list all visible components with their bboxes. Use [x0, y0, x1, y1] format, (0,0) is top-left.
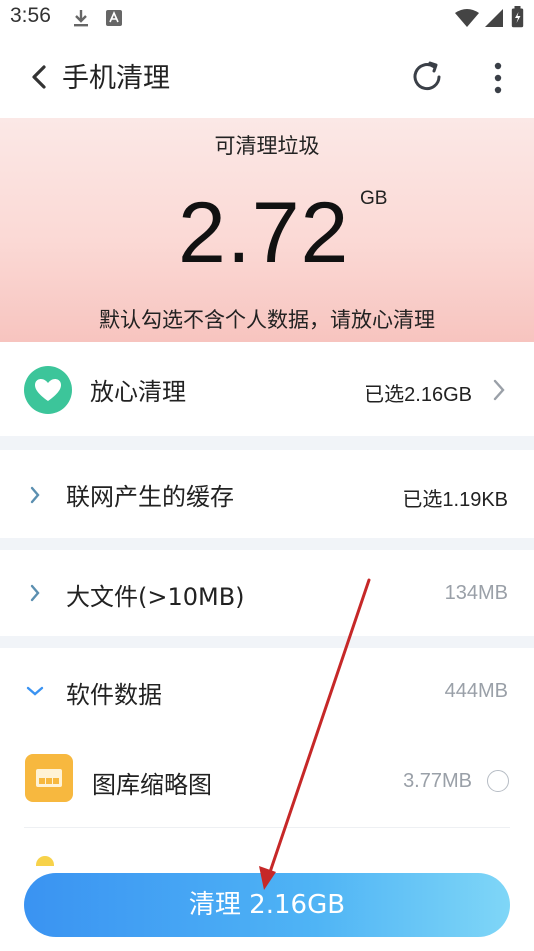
item-label: 软件数据	[66, 681, 162, 709]
junk-size-value: 2.72	[178, 185, 350, 281]
next-item-icon	[36, 856, 54, 866]
heart-shield-icon	[24, 366, 72, 414]
list-item-large-files[interactable]: 大文件(>10MB) 134MB	[0, 550, 534, 636]
junk-summary-label: 可清理垃圾	[214, 134, 320, 158]
chevron-down-icon	[26, 686, 44, 696]
page-title: 手机清理	[62, 63, 170, 94]
item-value: 134MB	[444, 582, 508, 604]
junk-summary-note: 默认勾选不含个人数据，请放心清理	[99, 308, 435, 332]
junk-summary-panel: 可清理垃圾 2.72 GB 默认勾选不含个人数据，请放心清理	[0, 118, 534, 342]
item-label: 大文件(>10MB)	[66, 583, 245, 611]
chevron-right-icon	[30, 584, 40, 602]
back-button[interactable]	[24, 58, 60, 98]
font-a-icon	[106, 10, 122, 26]
chevron-right-icon	[30, 486, 40, 504]
list-item-app-data[interactable]: 软件数据 444MB	[0, 648, 534, 734]
junk-size-unit: GB	[360, 188, 388, 209]
signal-icon	[485, 9, 503, 27]
gallery-icon	[25, 754, 73, 802]
wifi-icon	[455, 9, 479, 27]
status-time: 3:56	[10, 4, 51, 27]
item-label: 放心清理	[90, 378, 186, 406]
section-divider	[0, 538, 534, 550]
item-value: 已选2.16GB	[364, 384, 472, 406]
section-divider	[0, 436, 534, 450]
item-value: 3.77MB	[403, 770, 472, 792]
refresh-button[interactable]	[408, 58, 446, 96]
status-bar: 3:56	[0, 0, 534, 36]
item-label: 图库缩略图	[92, 771, 212, 799]
more-vert-icon	[494, 62, 502, 94]
back-chevron-icon	[32, 65, 46, 89]
clean-button[interactable]: 清理 2.16GB	[24, 873, 510, 937]
item-value: 444MB	[444, 680, 508, 702]
more-options-button[interactable]	[482, 58, 514, 98]
select-checkbox[interactable]	[487, 770, 509, 792]
refresh-icon	[413, 61, 441, 91]
download-icon	[74, 10, 88, 27]
item-value: 已选1.19KB	[402, 489, 508, 511]
chevron-right-icon	[493, 379, 505, 401]
list-item-gallery-thumbnails[interactable]: 图库缩略图 3.77MB	[0, 734, 534, 828]
list-item-safe-clean[interactable]: 放心清理 已选2.16GB	[0, 342, 534, 436]
list-item-network-cache[interactable]: 联网产生的缓存 已选1.19KB	[0, 450, 534, 538]
item-label: 联网产生的缓存	[66, 483, 234, 511]
row-divider	[24, 827, 510, 828]
app-bar: 手机清理	[0, 36, 534, 118]
section-divider	[0, 636, 534, 648]
battery-icon	[511, 6, 524, 28]
